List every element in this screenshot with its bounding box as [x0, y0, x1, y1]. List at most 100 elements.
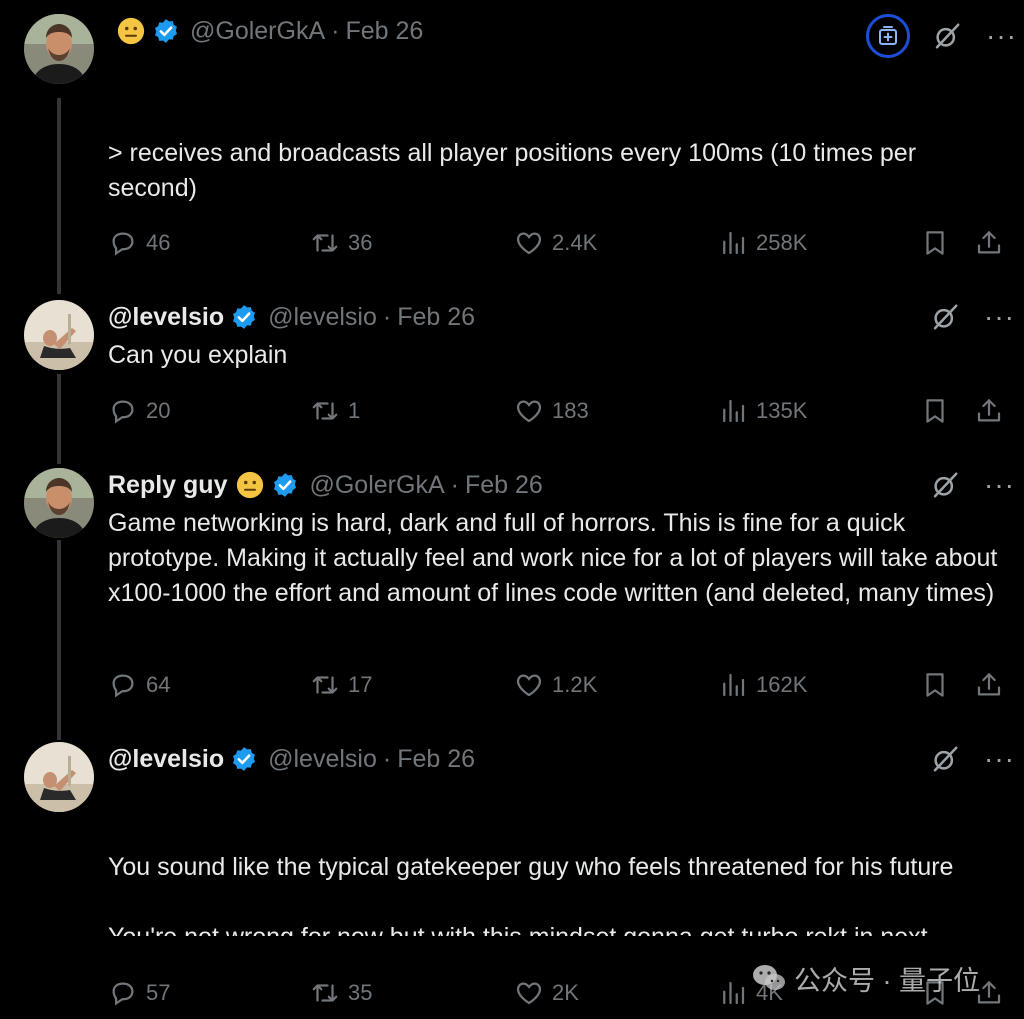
repost-button[interactable]: 36: [310, 226, 372, 260]
tweet-text: Can you explain: [108, 341, 288, 369]
separator: ·: [450, 470, 459, 499]
verified-badge-icon[interactable]: [152, 17, 180, 45]
thread-line: [57, 540, 61, 740]
date[interactable]: Feb 26: [397, 745, 475, 774]
bookmark-button[interactable]: [920, 668, 950, 702]
bookmark-icon: [920, 396, 950, 426]
share-button[interactable]: [974, 394, 1004, 428]
like-count: 1.2K: [552, 672, 598, 697]
tweet-header: @levelsio @levelsio · Feb 26: [108, 742, 475, 776]
date[interactable]: Feb 26: [345, 17, 423, 46]
more-icon[interactable]: ···: [984, 745, 1015, 773]
thread-line: [57, 374, 61, 464]
repost-button[interactable]: 17: [310, 668, 372, 702]
avatar[interactable]: [24, 468, 94, 538]
tweet-actions: 46 36 2.4K 258K: [108, 226, 1008, 260]
like-icon: [514, 396, 544, 426]
tweet-text: Game networking is hard, dark and full o…: [108, 509, 1005, 607]
compose-button[interactable]: [866, 14, 910, 58]
display-name[interactable]: @levelsio: [108, 303, 224, 332]
compose-icon: [879, 26, 897, 45]
reply-icon: [108, 396, 138, 426]
reply-icon: [108, 670, 138, 700]
share-icon: [974, 670, 1004, 700]
bookmark-icon: [920, 670, 950, 700]
wechat-icon: [753, 965, 785, 990]
repost-button[interactable]: 1: [310, 394, 360, 428]
more-icon[interactable]: ···: [984, 303, 1015, 331]
reply-count: 46: [146, 230, 171, 255]
reply-button[interactable]: 57: [108, 976, 170, 1010]
avatar[interactable]: [24, 742, 94, 812]
like-count: 183: [552, 398, 589, 423]
views-icon: [718, 670, 748, 700]
views-count: 135K: [756, 398, 808, 423]
date[interactable]: Feb 26: [465, 471, 543, 500]
views-button[interactable]: 162K: [718, 668, 807, 702]
neutral-face-emoji-icon: [116, 16, 146, 46]
reply-icon: [108, 978, 138, 1008]
reply-button[interactable]: 64: [108, 668, 170, 702]
verified-badge-icon[interactable]: [230, 745, 258, 773]
separator: ·: [382, 744, 392, 773]
repost-icon: [310, 978, 340, 1008]
grok-icon[interactable]: [930, 302, 960, 332]
share-button[interactable]: [974, 668, 1004, 702]
like-button[interactable]: 1.2K: [514, 668, 597, 702]
tweet-text: > receives and broadcasts all player pos…: [108, 139, 917, 202]
handle[interactable]: @levelsio: [268, 303, 377, 332]
like-button[interactable]: 183: [514, 394, 589, 428]
neutral-face-emoji-icon: [235, 470, 265, 500]
reply-count: 64: [146, 672, 171, 697]
avatar[interactable]: [24, 14, 94, 84]
more-icon[interactable]: ···: [984, 471, 1015, 499]
like-icon: [514, 228, 544, 258]
avatar[interactable]: [24, 300, 94, 370]
grok-icon[interactable]: [930, 744, 960, 774]
like-icon: [514, 978, 544, 1008]
grok-icon[interactable]: [930, 470, 960, 500]
handle[interactable]: @GolerGkA: [309, 471, 444, 500]
repost-count: 35: [348, 980, 373, 1005]
tweet-text: You sound like the typical gatekeeper gu…: [108, 853, 954, 936]
views-button[interactable]: 258K: [718, 226, 807, 260]
more-icon[interactable]: ···: [986, 22, 1017, 50]
reply-count: 20: [146, 398, 171, 423]
reply-button[interactable]: 46: [108, 226, 170, 260]
tweet-header: @levelsio @levelsio · Feb 26: [108, 300, 475, 334]
like-count: 2.4K: [552, 230, 598, 255]
views-count: 258K: [756, 230, 808, 255]
tweet-header: @GolerGkA · Feb 26: [108, 14, 423, 48]
share-button[interactable]: [974, 226, 1004, 260]
repost-button[interactable]: 35: [310, 976, 372, 1010]
date[interactable]: Feb 26: [397, 303, 475, 332]
tweet-actions: 20 1 183 135K: [108, 394, 1008, 428]
views-button[interactable]: 135K: [718, 394, 807, 428]
verified-badge-icon[interactable]: [271, 471, 299, 499]
tweet-header: Reply guy @GolerGkA · Feb 26: [108, 468, 543, 502]
handle[interactable]: @levelsio: [268, 745, 377, 774]
separator: ·: [382, 302, 392, 331]
bookmark-button[interactable]: [920, 394, 950, 428]
views-icon: [718, 396, 748, 426]
grok-icon[interactable]: [932, 21, 962, 51]
bookmark-icon: [920, 228, 950, 258]
display-name[interactable]: Reply guy: [108, 471, 227, 500]
repost-count: 1: [348, 398, 361, 423]
like-icon: [514, 670, 544, 700]
repost-icon: [310, 670, 340, 700]
display-name[interactable]: @levelsio: [108, 745, 224, 774]
repost-icon: [310, 228, 340, 258]
like-button[interactable]: 2K: [514, 976, 579, 1010]
reply-count: 57: [146, 980, 171, 1005]
handle[interactable]: @GolerGkA: [190, 17, 325, 46]
watermark-text: 公众号 · 量子位: [794, 965, 980, 996]
views-icon: [718, 228, 748, 258]
verified-badge-icon[interactable]: [230, 303, 258, 331]
reply-button[interactable]: 20: [108, 394, 170, 428]
tweet-actions: 64 17 1.2K 162K: [108, 668, 1008, 702]
like-count: 2K: [552, 980, 579, 1005]
bookmark-button[interactable]: [920, 226, 950, 260]
repost-count: 36: [348, 230, 373, 255]
like-button[interactable]: 2.4K: [514, 226, 597, 260]
